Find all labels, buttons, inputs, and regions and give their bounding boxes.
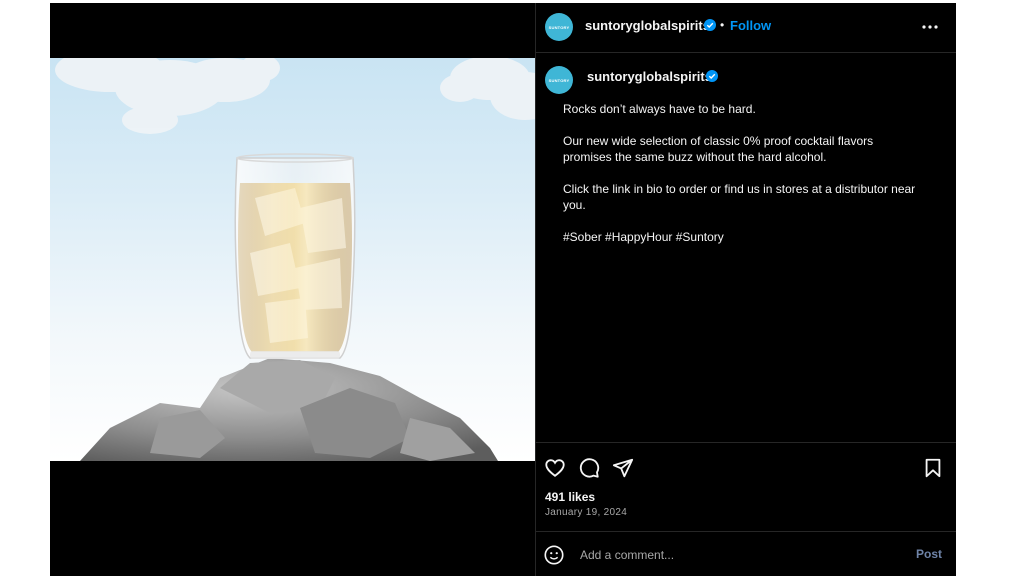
post-details-panel: SUNTORY suntoryglobalspirits • Follow SU… bbox=[536, 3, 956, 576]
post-caption: Rocks don’t always have to be hard. Our … bbox=[563, 101, 923, 261]
cloud-right bbox=[440, 58, 535, 120]
emoji-icon[interactable] bbox=[543, 544, 565, 566]
caption-verified-badge-icon bbox=[706, 70, 718, 82]
comment-icon[interactable] bbox=[578, 457, 600, 479]
caption-avatar-logo-text: SUNTORY bbox=[548, 77, 570, 83]
actions-bar: 491 likes January 19, 2024 bbox=[536, 442, 956, 533]
post-comment-button[interactable]: Post bbox=[916, 547, 942, 561]
comment-bar: Post bbox=[536, 531, 956, 577]
follow-button[interactable]: Follow bbox=[730, 18, 771, 33]
avatar[interactable]: SUNTORY bbox=[545, 13, 573, 41]
drink-on-rocks-image bbox=[55, 58, 535, 461]
post-media bbox=[50, 3, 535, 576]
caption-line: Our new wide selection of classic 0% pro… bbox=[563, 134, 874, 164]
separator-dot: • bbox=[720, 18, 725, 32]
verified-badge-icon bbox=[704, 19, 716, 31]
header-username[interactable]: suntoryglobalspirits bbox=[585, 18, 710, 33]
likes-count[interactable]: 491 likes bbox=[545, 490, 595, 504]
heart-icon[interactable] bbox=[544, 457, 566, 479]
caption-line: Rocks don’t always have to be hard. bbox=[563, 102, 756, 116]
bookmark-icon[interactable] bbox=[922, 457, 944, 479]
caption-username[interactable]: suntoryglobalspirits bbox=[587, 69, 712, 84]
caption-avatar[interactable]: SUNTORY bbox=[545, 66, 573, 94]
caption-hashtags[interactable]: #Sober #HappyHour #Suntory bbox=[563, 229, 923, 245]
glass-of-drink bbox=[234, 153, 356, 359]
post-photo[interactable] bbox=[50, 58, 535, 461]
caption-line: Click the link in bio to order or find u… bbox=[563, 182, 916, 212]
post-date: January 19, 2024 bbox=[545, 507, 628, 518]
instagram-post: SUNTORY suntoryglobalspirits • Follow SU… bbox=[50, 3, 956, 576]
cloud-left bbox=[55, 58, 280, 134]
rocks bbox=[80, 358, 498, 461]
comment-input[interactable] bbox=[578, 544, 902, 566]
share-icon[interactable] bbox=[612, 457, 634, 479]
more-options-icon[interactable] bbox=[920, 17, 940, 37]
avatar-logo-text: SUNTORY bbox=[548, 24, 570, 30]
post-header: SUNTORY suntoryglobalspirits • Follow bbox=[536, 3, 956, 53]
